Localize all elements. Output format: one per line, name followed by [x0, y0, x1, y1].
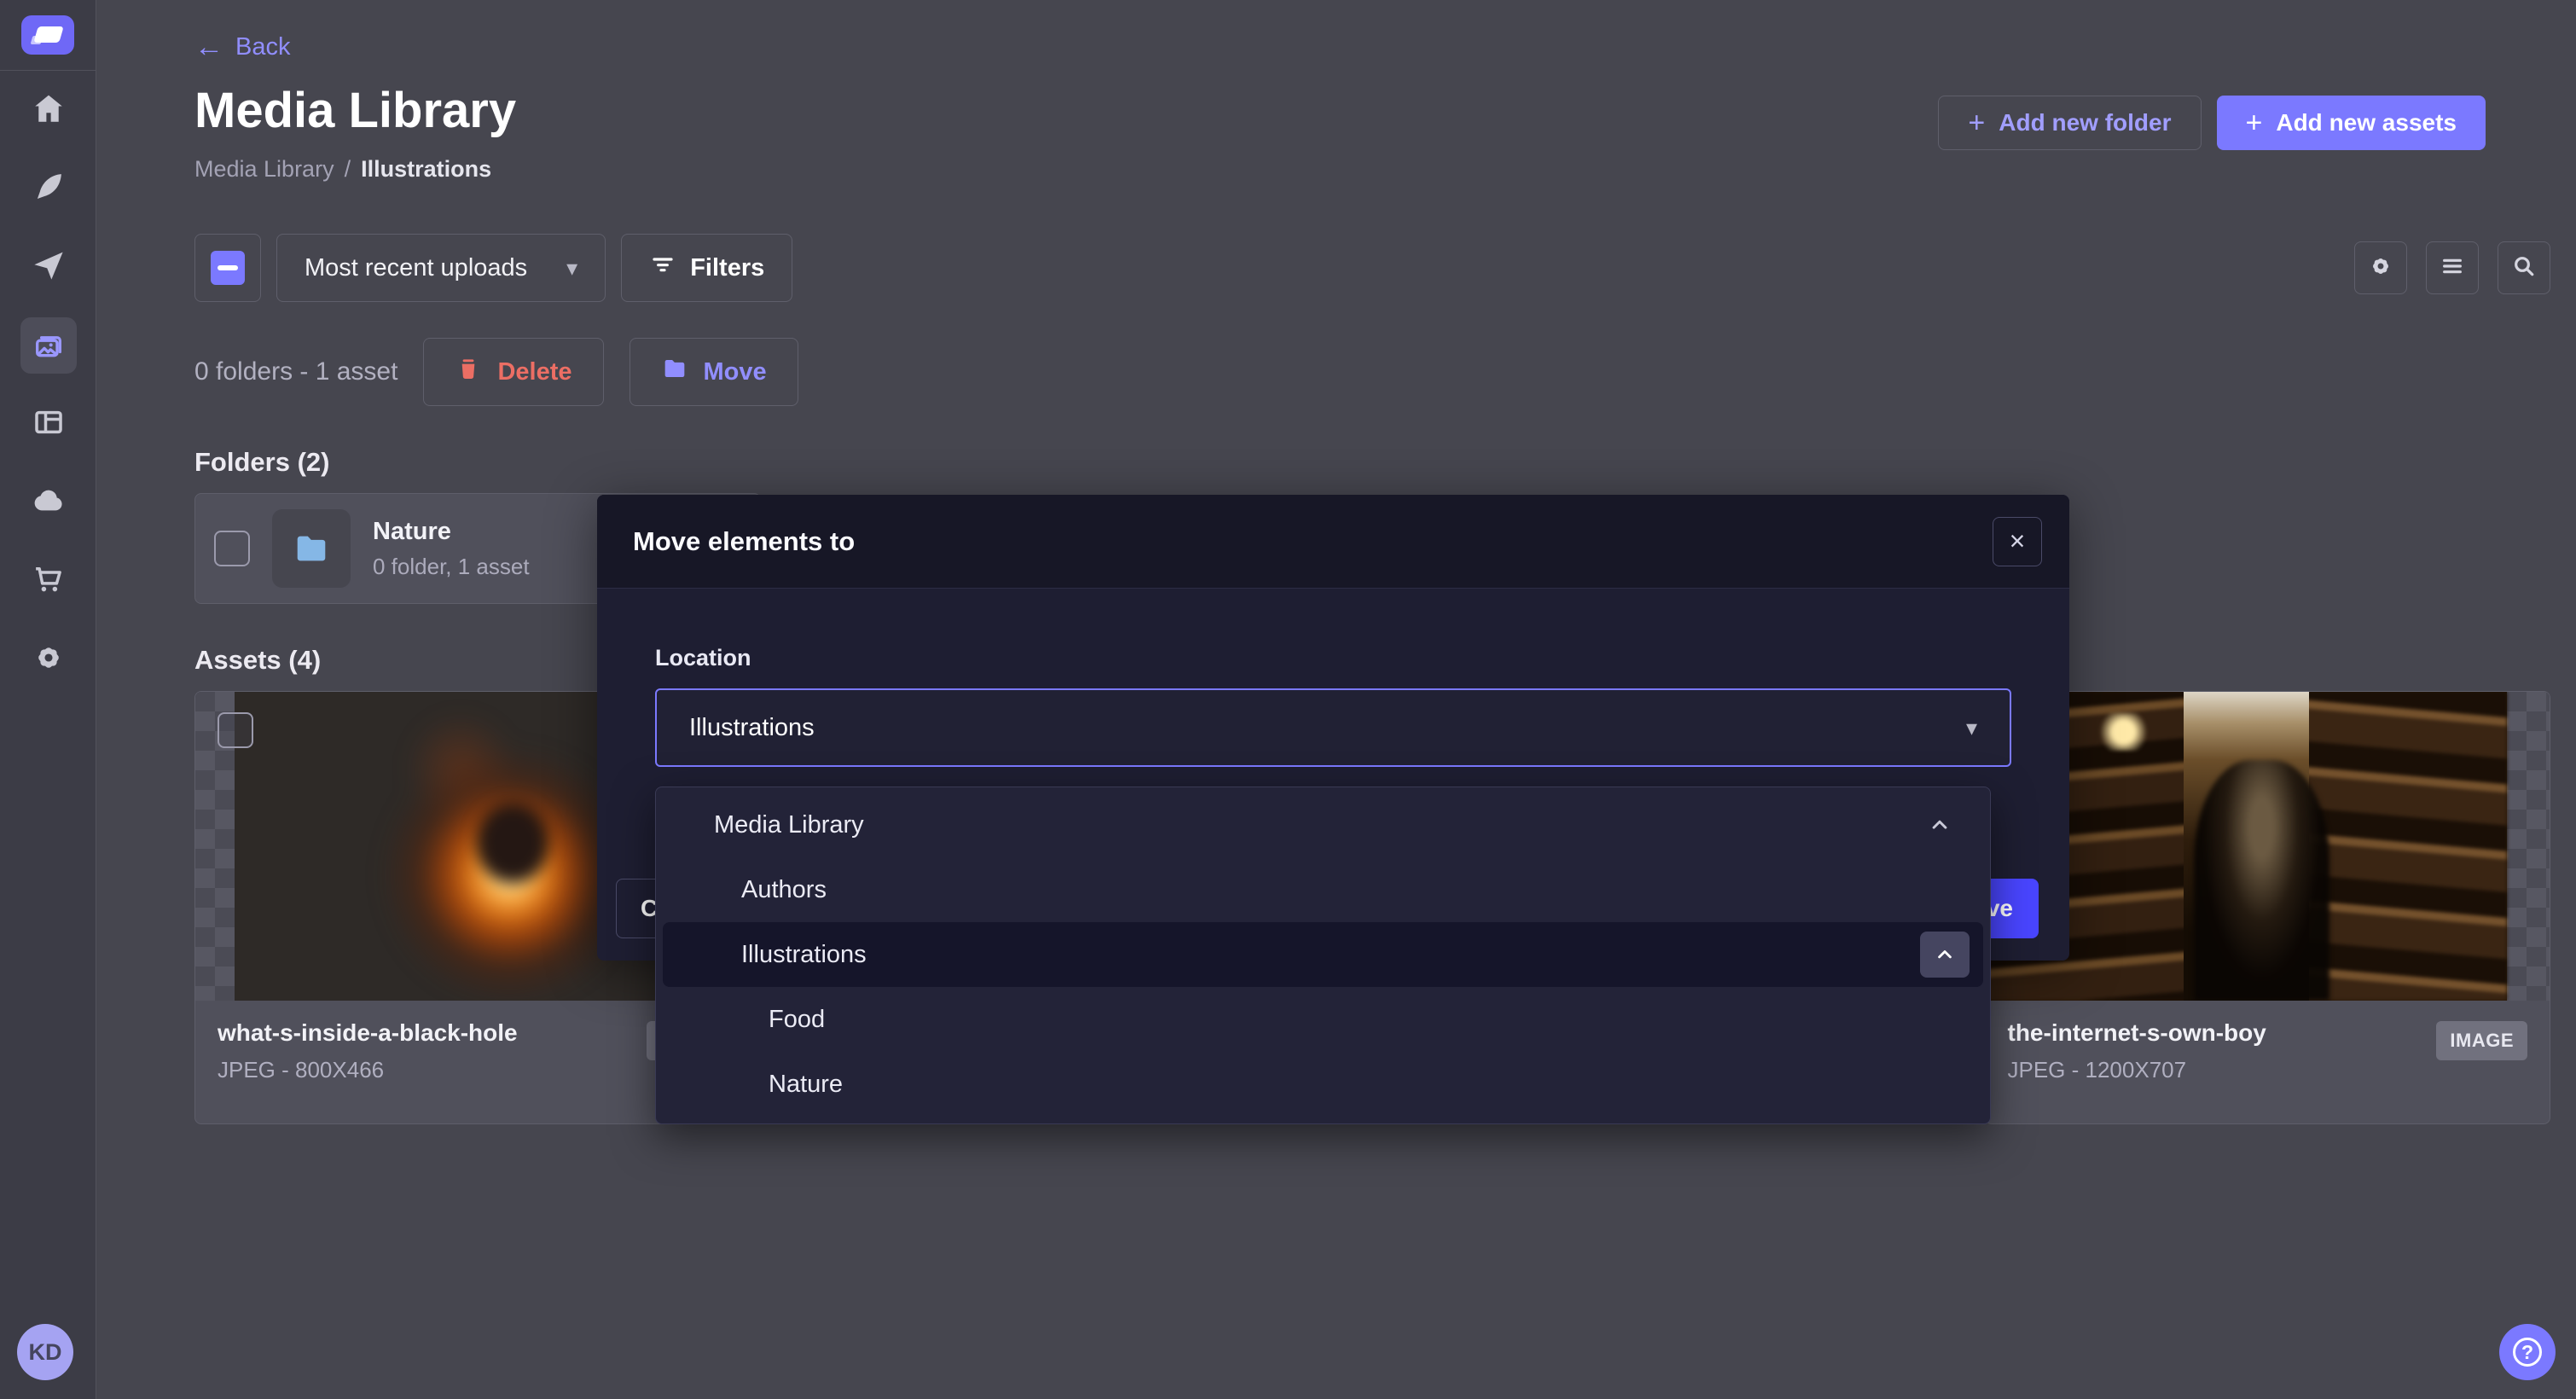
- modal-body: Location Illustrations ▾: [597, 589, 2069, 767]
- modal-header: Move elements to ×: [597, 495, 2069, 589]
- location-dropdown: Media Library Authors Illustrations Food…: [655, 787, 1991, 1124]
- filters-button[interactable]: Filters: [621, 234, 792, 302]
- sidebar-item-content-manager[interactable]: [0, 149, 96, 228]
- location-label: Location: [655, 645, 2011, 671]
- asset-meta: JPEG - 1200X707: [2008, 1057, 2266, 1083]
- asset-name: the-internet-s-own-boy: [2008, 1019, 2266, 1047]
- list-view-button[interactable]: [2426, 241, 2479, 294]
- grid-settings-button[interactable]: [2354, 241, 2407, 294]
- add-new-folder-button[interactable]: + Add new folder: [1938, 96, 2201, 150]
- sidebar-item-marketplace[interactable]: [0, 542, 96, 620]
- plus-icon: +: [2246, 108, 2263, 137]
- modal-title: Move elements to: [633, 526, 855, 557]
- paper-plane-icon: [31, 247, 67, 287]
- plus-icon: +: [1968, 108, 1985, 137]
- folder-name: Nature: [373, 518, 530, 546]
- back-link[interactable]: ← Back: [194, 32, 290, 61]
- sort-select[interactable]: Most recent uploads ▾: [276, 234, 606, 302]
- select-all-checkbox[interactable]: [194, 234, 261, 302]
- toolbar: Most recent uploads ▾ Filters: [194, 234, 2550, 302]
- logo-shape: [33, 26, 63, 43]
- indeterminate-checkbox-icon: [211, 251, 245, 285]
- chevron-up-icon[interactable]: [1927, 812, 1952, 838]
- back-arrow-icon: ←: [194, 32, 223, 61]
- breadcrumb-separator: /: [345, 156, 351, 183]
- sidebar-item-home[interactable]: [0, 71, 96, 149]
- dropdown-option-illustrations[interactable]: Illustrations: [663, 922, 1983, 987]
- gear-icon: [2367, 253, 2394, 284]
- chevron-down-icon: ▾: [1966, 715, 1977, 741]
- folder-icon: [661, 355, 688, 389]
- search-button[interactable]: [2498, 241, 2550, 294]
- delete-label: Delete: [497, 358, 571, 386]
- selection-summary: 0 folders - 1 asset: [194, 357, 397, 386]
- asset-card-internet-own-boy[interactable]: the-internet-s-own-boy JPEG - 1200X707 I…: [1985, 691, 2551, 1124]
- asset-name: what-s-inside-a-black-hole: [218, 1019, 518, 1047]
- location-value: Illustrations: [689, 714, 815, 742]
- option-label: Illustrations: [741, 941, 867, 969]
- move-button[interactable]: Move: [629, 338, 798, 406]
- delete-button[interactable]: Delete: [423, 338, 603, 406]
- asset-meta: JPEG - 800X466: [218, 1057, 518, 1083]
- cart-icon: [31, 561, 67, 601]
- option-label: Authors: [741, 876, 827, 904]
- chevron-down-icon: ▾: [566, 255, 577, 282]
- asset-thumbnail: [1986, 692, 2550, 1001]
- folders-section-title: Folders (2): [194, 447, 2550, 478]
- trash-icon: [455, 355, 482, 389]
- add-folder-label: Add new folder: [1999, 109, 2171, 136]
- breadcrumb-root[interactable]: Media Library: [194, 156, 334, 183]
- chevron-up-icon[interactable]: [1920, 932, 1970, 978]
- breadcrumb-current: Illustrations: [361, 156, 491, 183]
- option-label: Food: [769, 1006, 825, 1034]
- question-icon: ?: [2513, 1338, 2542, 1367]
- cloud-icon: [31, 483, 67, 523]
- add-assets-label: Add new assets: [2276, 109, 2457, 136]
- feather-icon: [31, 169, 67, 209]
- dropdown-option-food[interactable]: Food: [663, 987, 1983, 1052]
- help-button[interactable]: ?: [2499, 1324, 2556, 1380]
- home-icon: [31, 90, 67, 131]
- sidebar-item-releases[interactable]: [0, 228, 96, 306]
- sidebar: KD: [0, 0, 96, 1399]
- option-label: Media Library: [714, 811, 864, 839]
- folder-meta: 0 folder, 1 asset: [373, 554, 530, 580]
- move-label: Move: [704, 358, 767, 386]
- dropdown-option-authors[interactable]: Authors: [663, 857, 1983, 922]
- sidebar-item-settings[interactable]: [0, 620, 96, 699]
- option-label: Nature: [769, 1071, 843, 1099]
- asset-checkbox[interactable]: [218, 712, 253, 748]
- strapi-logo-icon[interactable]: [21, 15, 74, 55]
- back-label: Back: [235, 33, 290, 61]
- media-library-icon: [20, 317, 77, 374]
- transparency-checker: [2507, 692, 2550, 1001]
- sidebar-item-content-type-builder[interactable]: [0, 385, 96, 463]
- sidebar-item-media-library[interactable]: [0, 306, 96, 385]
- sort-value: Most recent uploads: [305, 254, 527, 282]
- user-avatar[interactable]: KD: [17, 1324, 73, 1380]
- folder-icon: [272, 509, 351, 588]
- list-icon: [2439, 253, 2466, 284]
- folder-checkbox[interactable]: [214, 531, 250, 566]
- location-select[interactable]: Illustrations ▾: [655, 688, 2011, 767]
- gear-icon: [31, 640, 67, 680]
- dropdown-option-media-library[interactable]: Media Library: [663, 792, 1983, 857]
- asset-type-badge: IMAGE: [2436, 1021, 2527, 1060]
- breadcrumb: Media Library / Illustrations: [194, 156, 2550, 183]
- add-new-assets-button[interactable]: + Add new assets: [2217, 96, 2486, 150]
- filters-label: Filters: [690, 254, 764, 282]
- filter-icon: [649, 251, 676, 285]
- search-icon: [2510, 253, 2538, 284]
- layout-icon: [31, 404, 67, 444]
- header-actions: + Add new folder + Add new assets: [1938, 96, 2486, 150]
- selection-bar: 0 folders - 1 asset Delete Move: [194, 338, 2550, 406]
- sidebar-item-deploy[interactable]: [0, 463, 96, 542]
- dropdown-option-nature[interactable]: Nature: [663, 1052, 1983, 1117]
- close-icon[interactable]: ×: [1993, 517, 2042, 566]
